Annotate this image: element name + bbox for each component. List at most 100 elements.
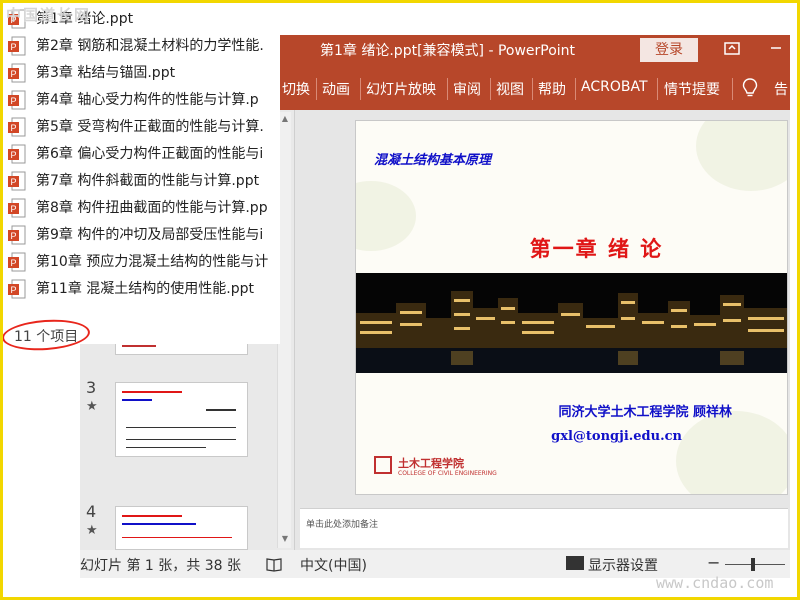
slide-counter: 幻灯片 第 1 张，共 38 张 (80, 558, 241, 574)
file-item[interactable]: P 第9章 构件的冲切及局部受压性能与i (8, 222, 280, 248)
city-skyline-image (356, 273, 787, 373)
svg-text:P: P (10, 96, 16, 106)
notes-pane[interactable]: 单击此处添加备注 (300, 508, 788, 548)
file-item[interactable]: P 第8章 构件扭曲截面的性能与计算.pp (8, 195, 280, 221)
file-name: 第10章 预应力混凝土结构的性能与计 (36, 254, 269, 270)
ribbon-divider (447, 78, 448, 100)
tab-help[interactable]: 帮助 (538, 79, 566, 99)
thumb-logo-line (122, 345, 156, 347)
svg-text:P: P (10, 42, 16, 52)
restore-window-icon[interactable] (718, 38, 746, 62)
ribbon-tabs: 切换 动画 幻灯片放映 审阅 视图 帮助 ACROBAT 情节提要 告 (280, 68, 790, 110)
watermark-top: 中国道长网 (6, 6, 92, 24)
ribbon-divider (360, 78, 361, 100)
current-slide[interactable]: 混凝土结构基本原理 第一章 绪 论 同济大学土木工程学院 顾祥林 gxl@ton… (355, 120, 788, 495)
pptx-file-icon: P (8, 63, 26, 83)
svg-text:P: P (10, 123, 16, 133)
thumb-title-line (122, 391, 182, 393)
file-item[interactable]: P 第11章 混凝土结构的使用性能.ppt (8, 276, 280, 302)
file-item[interactable]: P 第2章 钢筋和混凝土材料的力学性能. (8, 33, 280, 59)
slide-author: 同济大学土木工程学院 顾祥林 (558, 405, 732, 420)
thumb-subtitle-line (122, 523, 196, 525)
slide-thumbnail-4[interactable] (115, 506, 248, 550)
file-name: 第11章 混凝土结构的使用性能.ppt (36, 281, 254, 297)
file-name: 第9章 构件的冲切及局部受压性能与i (36, 227, 264, 243)
tab-review[interactable]: 审阅 (453, 79, 481, 99)
notes-toggle-icon[interactable] (266, 557, 282, 572)
file-item[interactable]: P 第6章 偏心受力构件正截面的性能与i (8, 141, 280, 167)
file-name: 第3章 粘结与锚固.ppt (36, 65, 176, 81)
thumb-title-line (122, 515, 182, 517)
svg-text:P: P (10, 285, 16, 295)
powerpoint-titlebar: 第1章 绪论.ppt[兼容模式] - PowerPoint 登录 (280, 35, 790, 68)
ribbon-divider (732, 78, 733, 100)
tab-storyboard[interactable]: 情节提要 (664, 79, 720, 99)
pptx-file-icon: P (8, 90, 26, 110)
thumb-text-line (126, 427, 236, 428)
display-settings-label[interactable]: 显示器设置 (588, 555, 658, 575)
file-list: P 第1章 绪论.ppt P 第2章 钢筋和混凝土材料的力学性能. P 第3章 … (0, 0, 280, 354)
login-button[interactable]: 登录 (640, 38, 698, 62)
ribbon-divider (316, 78, 317, 100)
thumb-text-line (122, 537, 232, 538)
tab-slideshow[interactable]: 幻灯片放映 (366, 79, 436, 99)
slide-header: 混凝土结构基本原理 (374, 153, 492, 168)
scroll-down-icon[interactable]: ▼ (278, 532, 292, 546)
svg-text:P: P (10, 204, 16, 214)
slide-chapter-title: 第一章 绪 论 (529, 236, 664, 261)
file-name: 第5章 受弯构件正截面的性能与计算. (36, 119, 264, 135)
file-name: 第2章 钢筋和混凝土材料的力学性能. (36, 38, 264, 54)
tell-me-label[interactable]: 告 (774, 79, 790, 99)
thumb-diagram-line (206, 409, 236, 411)
tab-transitions[interactable]: 切换 (282, 79, 310, 99)
pptx-file-icon: P (8, 144, 26, 164)
file-name: 第6章 偏心受力构件正截面的性能与i (36, 146, 264, 162)
college-logo-text: 土木工程学院 (398, 457, 464, 470)
pptx-file-icon: P (8, 171, 26, 191)
svg-text:P: P (10, 231, 16, 241)
thumb-text-line (126, 447, 206, 448)
tab-animations[interactable]: 动画 (322, 79, 350, 99)
pptx-file-icon: P (8, 198, 26, 218)
file-item[interactable]: P 第7章 构件斜截面的性能与计算.ppt (8, 168, 280, 194)
svg-text:P: P (10, 69, 16, 79)
svg-text:P: P (10, 177, 16, 187)
tab-acrobat[interactable]: ACROBAT (581, 79, 648, 95)
minimize-window-icon[interactable] (762, 38, 790, 62)
watermark-bottom: www.cndao.com (656, 574, 774, 592)
slide-email: gxl@tongji.edu.cn (551, 429, 682, 444)
window-title: 第1章 绪论.ppt[兼容模式] - PowerPoint (320, 43, 576, 59)
lightbulb-icon[interactable] (742, 78, 758, 98)
language-indicator[interactable]: 中文(中国) (300, 555, 367, 575)
scroll-up-icon[interactable]: ▲ (278, 112, 292, 126)
ribbon-divider (575, 78, 576, 100)
slide-thumbnail-3[interactable] (115, 382, 248, 457)
ribbon-divider (532, 78, 533, 100)
ribbon-divider (490, 78, 491, 100)
pptx-file-icon: P (8, 225, 26, 245)
zoom-slider-track[interactable] (725, 564, 785, 565)
tab-view[interactable]: 视图 (496, 79, 524, 99)
thumbnail-number: 4 (86, 502, 97, 521)
file-name: 第8章 构件扭曲截面的性能与计算.pp (36, 200, 268, 216)
zoom-out-button[interactable]: − (707, 553, 720, 572)
ribbon-divider (657, 78, 658, 100)
file-item[interactable]: P 第4章 轴心受力构件的性能与计算.p (8, 87, 280, 113)
file-item[interactable]: P 第3章 粘结与锚固.ppt (8, 60, 280, 86)
pptx-file-icon: P (8, 279, 26, 299)
pptx-file-icon: P (8, 117, 26, 137)
animation-star-icon: ★ (86, 523, 98, 538)
pptx-file-icon: P (8, 252, 26, 272)
file-name: 第4章 轴心受力构件的性能与计算.p (36, 92, 259, 108)
college-logo: 土木工程学院 COLLEGE OF CIVIL ENGINEERING (374, 456, 504, 481)
file-item[interactable]: P 第10章 预应力混凝土结构的性能与计 (8, 249, 280, 275)
zoom-slider-thumb[interactable] (751, 558, 755, 571)
svg-text:P: P (10, 150, 16, 160)
college-logo-mark (374, 456, 392, 474)
file-item[interactable]: P 第5章 受弯构件正截面的性能与计算. (8, 114, 280, 140)
display-settings-icon[interactable] (566, 556, 584, 570)
notes-placeholder[interactable]: 单击此处添加备注 (306, 517, 378, 530)
file-name: 第7章 构件斜截面的性能与计算.ppt (36, 173, 260, 189)
background-decoration (676, 411, 787, 494)
highlight-circle (1, 316, 91, 354)
